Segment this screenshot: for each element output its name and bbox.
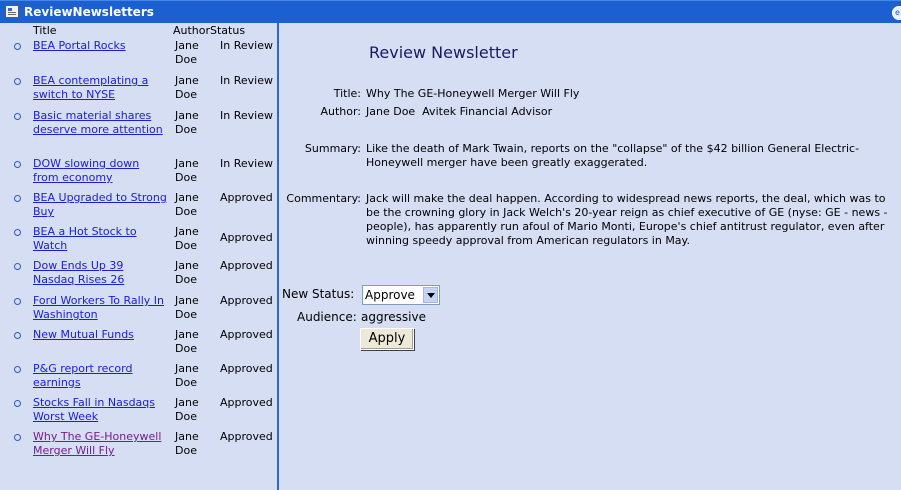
- bullet-icon: [14, 263, 21, 270]
- title-value: Why The GE-Honeywell Merger Will Fly: [366, 87, 580, 100]
- bullet-icon: [14, 195, 21, 202]
- newsletter-author: Jane Doe: [175, 328, 199, 355]
- newsletter-status: Approved: [220, 430, 273, 443]
- newsletter-author: Jane Doe: [175, 157, 199, 184]
- newsletter-status: In Review: [220, 157, 273, 170]
- newsletter-icon: [5, 5, 19, 18]
- audience-label: Audience:: [297, 310, 357, 324]
- audience-value: aggressive: [361, 310, 426, 324]
- bullet-icon: [14, 161, 21, 168]
- newsletter-link[interactable]: Stocks Fall in Nasdaqs Worst Week: [33, 396, 168, 424]
- commentary-label: Commentary:: [286, 192, 361, 205]
- author-value: Jane Doe Avitek Financial Advisor: [366, 105, 553, 118]
- author-label: Author:: [320, 105, 361, 118]
- apply-button[interactable]: Apply: [360, 328, 414, 350]
- newsletter-author: Jane Doe: [175, 39, 199, 66]
- bullet-icon: [14, 298, 21, 305]
- newsletter-status: Approved: [220, 191, 273, 204]
- newsletter-status: In Review: [220, 74, 273, 87]
- newsletter-author: Jane Doe: [175, 225, 199, 252]
- newsletter-status: Approved: [220, 231, 273, 244]
- newsletter-link[interactable]: DOW slowing down from economy: [33, 157, 168, 185]
- window-corner-button[interactable]: e: [892, 6, 901, 20]
- newsletter-link[interactable]: Why The GE-Honeywell Merger Will Fly: [33, 430, 168, 458]
- newsletter-link[interactable]: BEA a Hot Stock to Watch: [33, 225, 168, 253]
- bullet-icon: [14, 400, 21, 407]
- bullet-icon: [14, 113, 21, 120]
- newsletter-link[interactable]: Ford Workers To Rally In Washington: [33, 294, 168, 322]
- title-bar: ReviewNewsletters e: [0, 0, 901, 23]
- newsletter-link[interactable]: New Mutual Funds: [33, 328, 168, 342]
- page-title: Review Newsletter: [369, 43, 518, 62]
- newsletter-link[interactable]: Dow Ends Up 39 Nasdaq Rises 26: [33, 259, 168, 287]
- window-title: ReviewNewsletters: [24, 5, 154, 19]
- newsletter-author: Jane Doe: [175, 362, 199, 389]
- bullet-icon: [14, 229, 21, 236]
- review-detail-panel: Review Newsletter Title: Why The GE-Hone…: [281, 23, 901, 490]
- newsletter-status: In Review: [220, 109, 273, 122]
- new-status-label: New Status:: [282, 287, 355, 301]
- newsletter-author: Jane Doe: [175, 294, 199, 321]
- commentary-value: Jack will make the deal happen. Accordin…: [366, 192, 888, 247]
- status-select[interactable]: Approve: [362, 285, 440, 305]
- chevron-down-icon[interactable]: [423, 287, 438, 303]
- column-header-status: Status: [210, 24, 246, 37]
- newsletter-status: In Review: [220, 39, 273, 52]
- newsletter-list-panel: Title Author Status BEA Portal Rocks Jan…: [0, 23, 279, 490]
- summary-label: Summary:: [304, 142, 361, 155]
- newsletter-author: Jane Doe: [175, 430, 199, 457]
- title-label: Title:: [333, 87, 361, 100]
- list-header: Title Author Status: [0, 23, 277, 39]
- column-header-title: Title: [33, 24, 57, 37]
- bullet-icon: [14, 434, 21, 441]
- newsletter-status: Approved: [220, 328, 273, 341]
- newsletter-link[interactable]: BEA contemplating a switch to NYSE: [33, 74, 168, 102]
- newsletter-link[interactable]: BEA Upgraded to Strong Buy: [33, 191, 168, 219]
- bullet-icon: [14, 43, 21, 50]
- newsletter-link[interactable]: BEA Portal Rocks: [33, 39, 168, 53]
- bullet-icon: [14, 78, 21, 85]
- newsletter-author: Jane Doe: [175, 259, 199, 286]
- summary-value: Like the death of Mark Twain, reports on…: [366, 142, 860, 169]
- newsletter-author: Jane Doe: [175, 191, 199, 218]
- bullet-icon: [14, 366, 21, 373]
- newsletter-status: Approved: [220, 294, 273, 307]
- newsletter-author: Jane Doe: [175, 74, 199, 101]
- newsletter-link[interactable]: Basic material shares deserve more atten…: [33, 109, 168, 137]
- newsletter-link[interactable]: P&G report record earnings: [33, 362, 168, 390]
- column-header-author: Author: [173, 24, 211, 37]
- newsletter-author: Jane Doe: [175, 109, 199, 136]
- status-select-value: Approve: [365, 288, 415, 302]
- newsletter-author: Jane Doe: [175, 396, 199, 423]
- bullet-icon: [14, 332, 21, 339]
- newsletter-status: Approved: [220, 396, 273, 409]
- newsletter-status: Approved: [220, 259, 273, 272]
- newsletter-status: Approved: [220, 362, 273, 375]
